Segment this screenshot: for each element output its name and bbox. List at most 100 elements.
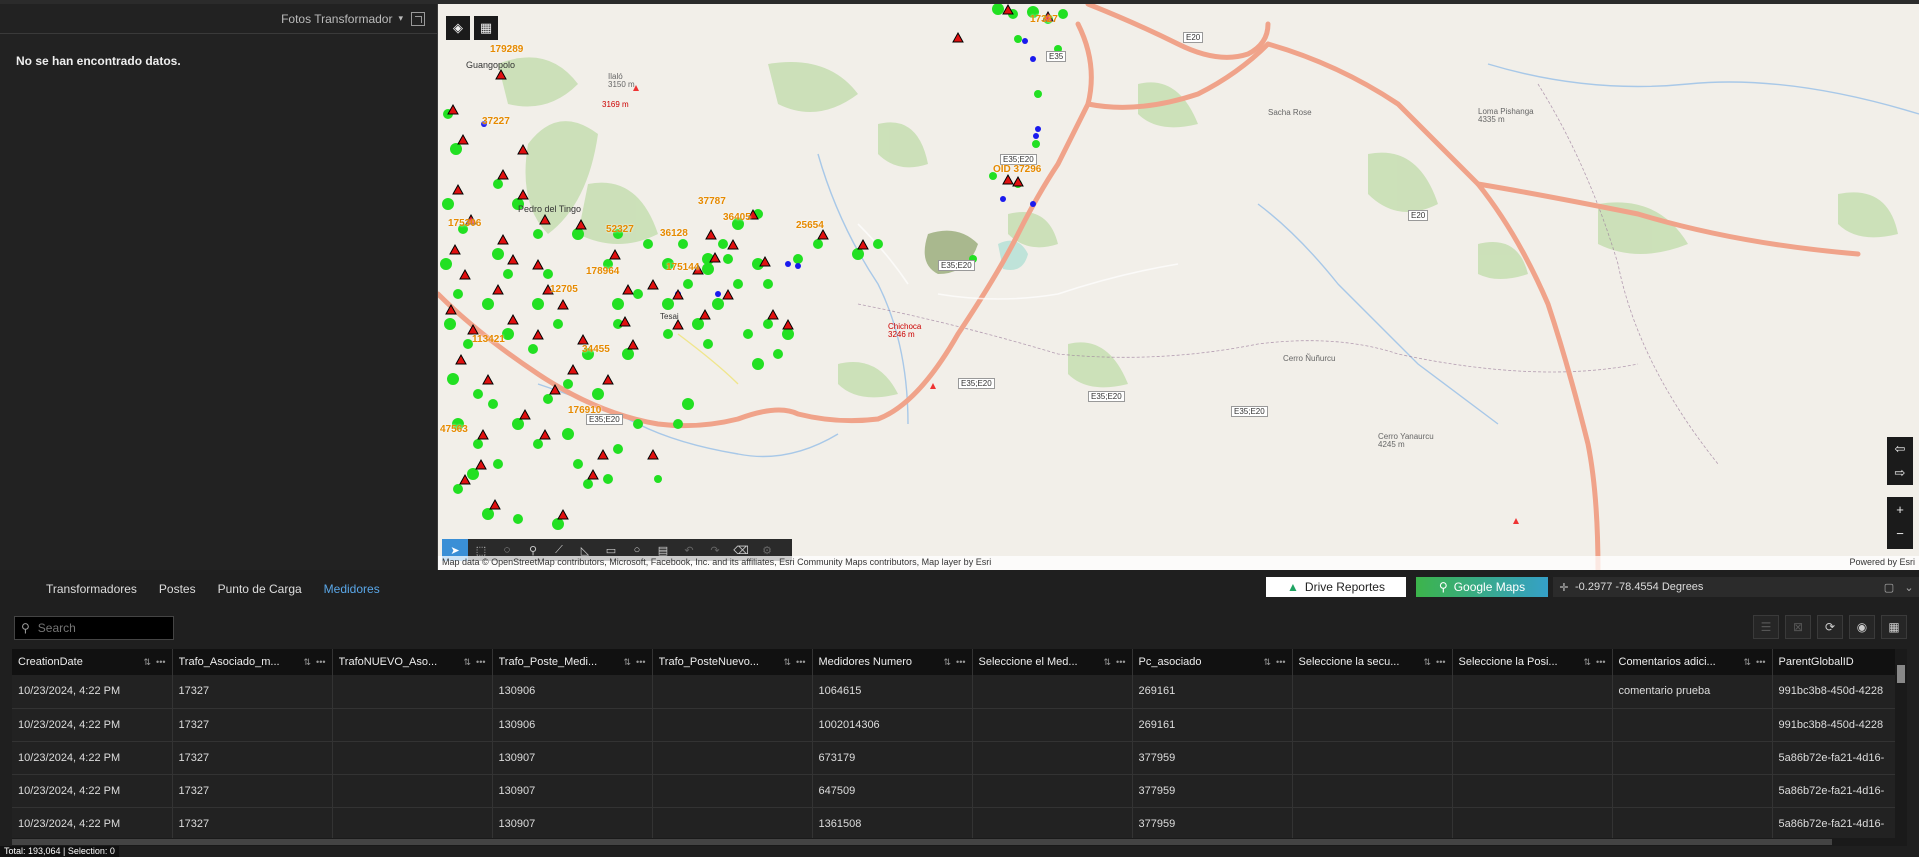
google-maps-button[interactable]: ⚲ Google Maps [1416,577,1548,597]
refresh-button[interactable]: ⟳ [1817,615,1843,639]
arrow-left-icon: ⇦ [1894,441,1906,456]
column-menu-icon[interactable]: ⇅ ••• [1104,657,1126,668]
map-canvas [438,4,1919,570]
attribute-table-panel: Transformadores Postes Punto de Carga Me… [0,570,1919,857]
drive-reportes-button[interactable]: ▲ Drive Reportes [1266,577,1406,597]
copy-icon[interactable]: ▢ [1879,581,1899,594]
layer-selector-label: Fotos Transformador [281,11,393,26]
column-menu-icon[interactable]: ⇅ ••• [1264,657,1286,668]
zoom-in-button[interactable]: + [1888,497,1912,521]
place-label: 3150 m [608,80,635,89]
table-row[interactable]: 10/23/2024, 4:22 PM 17327 130906 1002014306… [12,708,1907,742]
table-cell: 130906 [492,675,653,709]
nav-controls: ⇦ ⇨ [1887,437,1913,485]
table-cell: 17327 [172,675,333,709]
column-header[interactable]: Comentarios adici... ⇅ ••• [1612,649,1773,675]
table-cell: 130907 [492,774,653,808]
layers-button[interactable]: ◈ [446,16,470,40]
basemap-button[interactable]: ▦ [474,16,498,40]
google-maps-label: Google Maps [1453,580,1526,594]
column-header[interactable]: Seleccione el Med... ⇅ ••• [972,649,1133,675]
table-cell: 991bc3b8-450d-4228 [1772,708,1907,742]
column-header[interactable]: Medidores Numero ⇅ ••• [812,649,973,675]
chevron-down-icon[interactable]: ⌄ [1899,581,1919,594]
table-cell: 1002014306 [812,708,973,742]
layer-selector[interactable]: Fotos Transformador ▾ [281,12,403,26]
table-cell [1292,774,1453,808]
forward-extent-button[interactable]: ⇨ [1888,461,1912,485]
table-cell: 377959 [1132,741,1293,775]
eraser-icon: ⌫ [733,544,749,557]
column-header[interactable]: CreationDate ⇅ ••• [12,649,173,675]
column-header[interactable]: ParentGlobalID [1772,649,1907,675]
tab-medidores[interactable]: Medidores [324,582,380,596]
table-options-button[interactable]: ▦ [1881,615,1907,639]
crosshair-icon[interactable]: ✛ [1553,581,1575,594]
table-cell [1612,708,1773,742]
column-menu-icon[interactable]: ⇅ ••• [464,657,486,668]
table-cell [332,708,493,742]
table-cell [332,807,493,839]
column-header-label: Pc_asociado [1138,656,1202,668]
column-menu-icon[interactable]: ⇅ ••• [304,657,326,668]
column-menu-icon[interactable]: ⇅ ••• [1744,657,1766,668]
tab-transformadores[interactable]: Transformadores [46,582,137,596]
column-header[interactable]: Pc_asociado ⇅ ••• [1132,649,1293,675]
table-cell: 10/23/2024, 4:22 PM [12,708,173,742]
column-menu-icon[interactable]: ⇅ ••• [784,657,806,668]
table-row[interactable]: 10/23/2024, 4:22 PM 17327 130907 673179 3779… [12,741,1907,775]
arrow-right-icon: ⇨ [1894,465,1906,480]
vertical-scrollbar[interactable] [1895,649,1907,839]
tab-postes[interactable]: Postes [159,582,196,596]
table-cell: 5a86b72e-fa21-4d16- [1772,807,1907,839]
place-label: Cerro Ñuñurcu [1283,354,1336,363]
column-header[interactable]: TrafoNUEVO_Aso... ⇅ ••• [332,649,493,675]
clear-selection-button[interactable]: ⊠ [1785,615,1811,639]
column-menu-icon[interactable]: ⇅ ••• [144,657,166,668]
tab-punto-de-carga[interactable]: Punto de Carga [218,582,302,596]
column-header-label: Seleccione la Posi... [1458,656,1558,668]
table-row[interactable]: 10/23/2024, 4:22 PM 17327 130907 1361508 377… [12,807,1907,839]
search-input[interactable] [37,621,158,635]
column-menu-icon[interactable]: ⇅ ••• [1584,657,1606,668]
redo-icon: ↷ [710,544,720,557]
column-header[interactable]: Trafo_PosteNuevo... ⇅ ••• [652,649,813,675]
place-label: Tesai [660,312,679,321]
zoom-out-button[interactable]: − [1888,521,1912,545]
attribute-table: CreationDate ⇅ ••• Trafo_Asociado_m... ⇅ ••… [12,649,1907,839]
table-cell [332,675,493,709]
list-check-icon: ☰ [1760,620,1772,634]
table-cell [652,675,813,709]
expand-icon[interactable] [411,11,425,26]
attribution-text: Map data © OpenStreetMap contributors, M… [442,557,992,567]
column-header[interactable]: Trafo_Poste_Medi... ⇅ ••• [492,649,653,675]
feature-label: 36405 [723,212,751,223]
table-cell [972,807,1133,839]
column-menu-icon[interactable]: ⇅ ••• [1424,657,1446,668]
table-cell [1612,741,1773,775]
table-row[interactable]: 10/23/2024, 4:22 PM 17327 130907 647509 3779… [12,774,1907,808]
table-tools: ☰ ⊠ ⟳ ◉ ▦ [1753,615,1907,639]
table-row[interactable]: 10/23/2024, 4:22 PM 17327 130906 1064615 269… [12,675,1907,709]
table-cell [1292,708,1453,742]
table-cell: 17327 [172,741,333,775]
feature-label: OID 37296 [993,164,1042,175]
table-cell: 269161 [1132,708,1293,742]
circle-icon: ○ [633,544,641,556]
column-header[interactable]: Trafo_Asociado_m... ⇅ ••• [172,649,333,675]
column-menu-icon[interactable]: ⇅ ••• [624,657,646,668]
horizontal-scrollbar[interactable] [12,838,1907,846]
feature-label: 179289 [490,44,524,55]
column-menu-icon[interactable]: ⇅ ••• [944,657,966,668]
powered-by-esri[interactable]: Powered by Esri [1849,557,1915,569]
map-view[interactable]: Guangopolo Sacha Rose Loma Pishanga 4335 mC… [438,4,1919,570]
back-extent-button[interactable]: ⇦ [1888,437,1912,461]
column-header-label: TrafoNUEVO_Aso... [338,656,438,668]
table-cell [652,807,813,839]
column-header[interactable]: Seleccione la secu... ⇅ ••• [1292,649,1453,675]
table-cell [1452,774,1613,808]
show-hide-columns-button[interactable]: ◉ [1849,615,1875,639]
column-header[interactable]: Seleccione la Posi... ⇅ ••• [1452,649,1613,675]
google-drive-icon: ▲ [1287,580,1299,594]
show-selection-button[interactable]: ☰ [1753,615,1779,639]
